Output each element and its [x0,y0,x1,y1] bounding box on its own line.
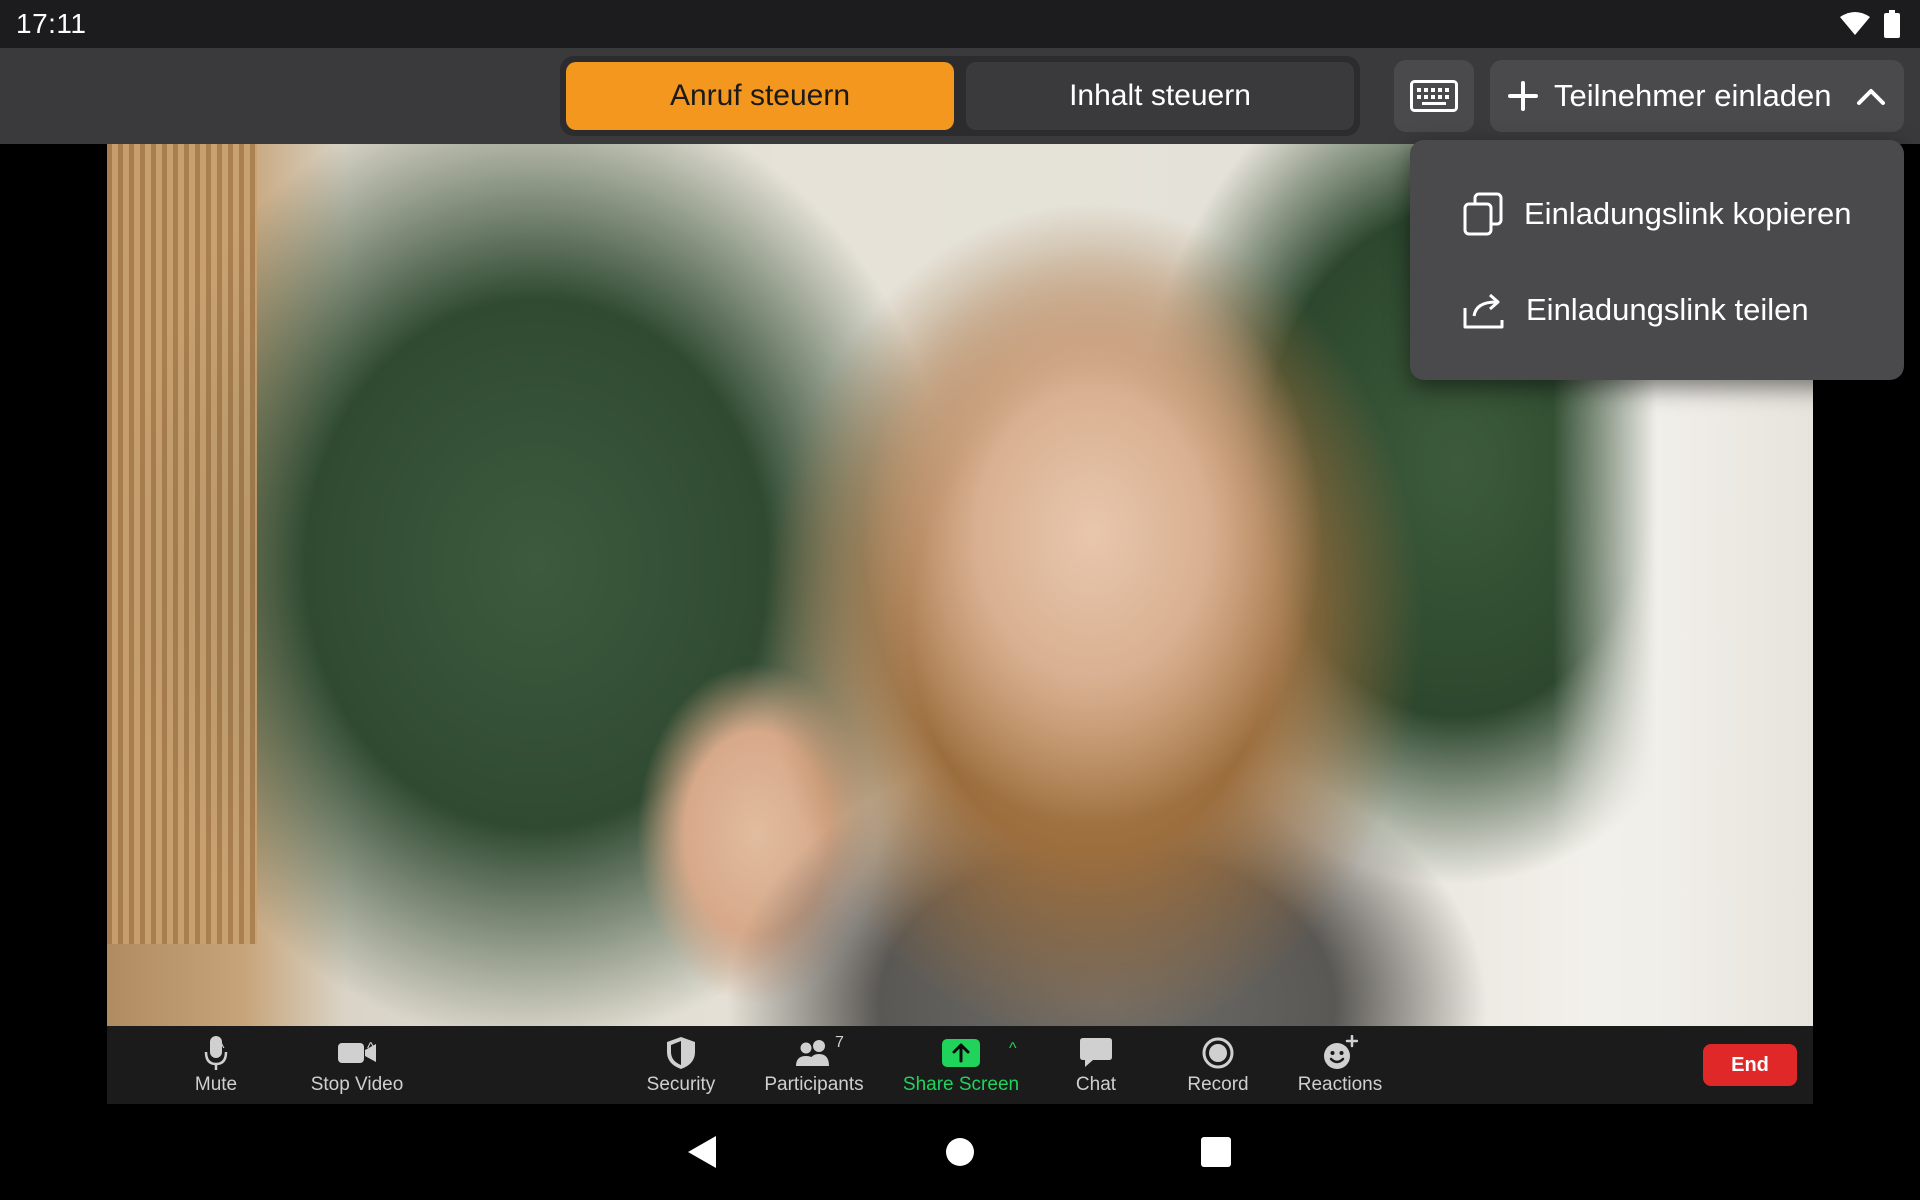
control-mode-switch: Anruf steuern Inhalt steuern [560,56,1360,136]
keyboard-button[interactable] [1394,60,1474,132]
share-invite-link-label: Einladungslink teilen [1526,292,1809,327]
copy-invite-link-item[interactable]: Einladungslink kopieren [1410,166,1904,262]
emoji-plus-icon [1324,1035,1358,1069]
participants-label: Participants [764,1074,864,1095]
record-button[interactable]: Record [1153,1034,1283,1096]
copy-icon [1463,192,1503,236]
share-screen-icon [942,1039,980,1067]
mute-label: Mute [194,1074,238,1095]
reactions-label: Reactions [1297,1074,1383,1095]
home-icon[interactable] [944,1136,976,1168]
recents-icon[interactable] [1201,1137,1231,1167]
chat-button[interactable]: Chat [1031,1034,1161,1096]
audio-options-chevron-icon[interactable]: ^ [217,1040,225,1058]
share-invite-link-item[interactable]: Einladungslink teilen [1410,262,1904,358]
meeting-toolbar: Mute ^ Stop Video ^ Security 7 Participa… [107,1026,1813,1104]
battery-icon [1884,10,1900,38]
back-icon[interactable] [686,1134,718,1170]
tab-call-control[interactable]: Anruf steuern [566,62,954,130]
share-options-chevron-icon[interactable]: ^ [1009,1040,1017,1058]
stop-video-button[interactable]: Stop Video [292,1034,422,1096]
mute-button[interactable]: Mute [151,1034,281,1096]
security-label: Security [646,1074,716,1095]
record-label: Record [1187,1074,1249,1095]
status-time: 17:11 [16,8,87,39]
participants-count: 7 [835,1034,844,1051]
video-options-chevron-icon[interactable]: ^ [367,1040,375,1058]
keyboard-icon [1410,80,1458,112]
reactions-button[interactable]: Reactions [1275,1034,1405,1096]
copy-invite-link-label: Einladungslink kopieren [1524,196,1852,231]
chevron-up-icon [1857,89,1885,105]
share-screen-label: Share Screen [902,1074,1020,1095]
invite-label: Teilnehmer einladen [1554,78,1832,113]
status-bar: 17:11 [0,0,1920,48]
shield-icon [667,1037,695,1069]
invite-menu: Einladungslink kopieren Einladungslink t… [1410,140,1904,380]
share-icon [1463,293,1504,329]
invite-participants-button[interactable]: Teilnehmer einladen [1490,60,1904,132]
security-button[interactable]: Security [616,1034,746,1096]
participants-button[interactable]: 7 Participants [749,1034,879,1096]
meeting-control-bar: Anruf steuern Inhalt steuern Teilnehmer … [0,48,1920,144]
tab-content-control[interactable]: Inhalt steuern [966,62,1354,130]
chat-icon [1080,1038,1112,1067]
system-navigation-bar [0,1104,1920,1200]
plus-icon [1508,81,1538,111]
stop-video-label: Stop Video [310,1074,404,1095]
participants-icon [796,1040,829,1066]
status-icons [1840,10,1900,38]
video-background-blinds [107,144,257,944]
wifi-icon [1840,12,1870,35]
end-meeting-button[interactable]: End [1703,1044,1797,1086]
chat-label: Chat [1075,1074,1117,1095]
share-screen-button[interactable]: Share Screen [896,1034,1026,1096]
record-icon [1202,1037,1234,1069]
